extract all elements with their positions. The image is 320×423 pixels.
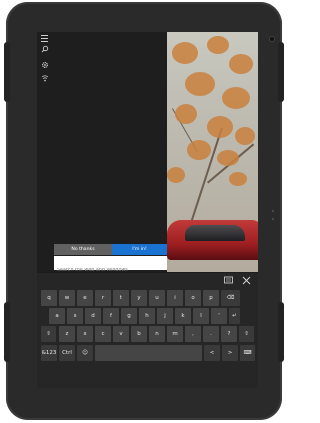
- shift-key[interactable]: ⇧: [41, 326, 56, 342]
- right-arrow-key[interactable]: >: [222, 345, 238, 361]
- key-e[interactable]: e: [77, 290, 93, 306]
- key-l[interactable]: l: [193, 308, 209, 324]
- emoji-key[interactable]: ☺: [77, 345, 93, 361]
- backspace-key[interactable]: ⌫: [221, 290, 240, 306]
- key-g[interactable]: g: [121, 308, 137, 324]
- key-r[interactable]: r: [95, 290, 111, 306]
- shift-key[interactable]: ⇧: [239, 326, 254, 342]
- desktop-wallpaper: [167, 32, 258, 272]
- space-bar[interactable]: [95, 345, 202, 361]
- touch-keyboard: q w e r t y u i o p ⌫ a s d f g h j k l ' ↵ ⇧ z x c v b n m,.? ⇧ &123 Ct…: [37, 273, 258, 388]
- key-w[interactable]: w: [59, 290, 75, 306]
- key-j[interactable]: j: [157, 308, 173, 324]
- key-u[interactable]: u: [149, 290, 165, 306]
- key-k[interactable]: k: [175, 308, 191, 324]
- left-arrow-key[interactable]: <: [204, 345, 220, 361]
- camera-lens: [269, 36, 275, 42]
- key-x[interactable]: x: [77, 326, 93, 342]
- frame-bumper: [278, 302, 284, 362]
- cortana-consent: No thanks I'm in!: [54, 244, 167, 255]
- key-o[interactable]: o: [185, 290, 201, 306]
- key-i[interactable]: i: [167, 290, 183, 306]
- settings-icon[interactable]: [40, 61, 50, 71]
- network-icon[interactable]: [40, 75, 50, 85]
- key-h[interactable]: h: [139, 308, 155, 324]
- screen: No thanks I'm in! qwertyuiop⌫ asdfghjkl'↵…: [37, 32, 258, 388]
- key-f[interactable]: f: [103, 308, 119, 324]
- key-?[interactable]: ?: [221, 326, 237, 342]
- symbols-key[interactable]: &123: [41, 345, 57, 361]
- im-in-button[interactable]: I'm in!: [112, 244, 167, 255]
- sensor-dot: [272, 210, 274, 212]
- key-'[interactable]: ': [211, 308, 227, 324]
- hamburger-icon[interactable]: [40, 33, 50, 43]
- ctrl-key[interactable]: Ctrl: [59, 345, 75, 361]
- close-icon[interactable]: [240, 276, 252, 286]
- key-n[interactable]: n: [149, 326, 165, 342]
- key-z[interactable]: z: [59, 326, 75, 342]
- key-b[interactable]: b: [131, 326, 147, 342]
- key-q[interactable]: q: [41, 290, 57, 306]
- no-thanks-button[interactable]: No thanks: [54, 244, 112, 255]
- sensor-dot: [272, 218, 274, 220]
- car-window: [185, 225, 245, 241]
- frame-bumper: [4, 302, 10, 362]
- key-p[interactable]: p: [203, 290, 219, 306]
- frame-bumper: [278, 42, 284, 102]
- key-a[interactable]: a: [49, 308, 65, 324]
- key-s[interactable]: s: [67, 308, 83, 324]
- search-box[interactable]: [54, 256, 167, 278]
- frame-bumper: [4, 42, 10, 102]
- key-m[interactable]: m: [167, 326, 183, 342]
- key-c[interactable]: c: [95, 326, 111, 342]
- key-t[interactable]: t: [113, 290, 129, 306]
- key-,[interactable]: ,: [185, 326, 201, 342]
- key-d[interactable]: d: [85, 308, 101, 324]
- key-y[interactable]: y: [131, 290, 147, 306]
- search-icon[interactable]: [40, 45, 50, 55]
- key-.[interactable]: .: [203, 326, 219, 342]
- keyboard-settings-icon[interactable]: [222, 276, 234, 286]
- key-v[interactable]: v: [113, 326, 129, 342]
- start-menu: [37, 32, 167, 272]
- enter-key[interactable]: ↵: [229, 308, 240, 324]
- keyboard-layout-key[interactable]: ⌨: [240, 345, 255, 361]
